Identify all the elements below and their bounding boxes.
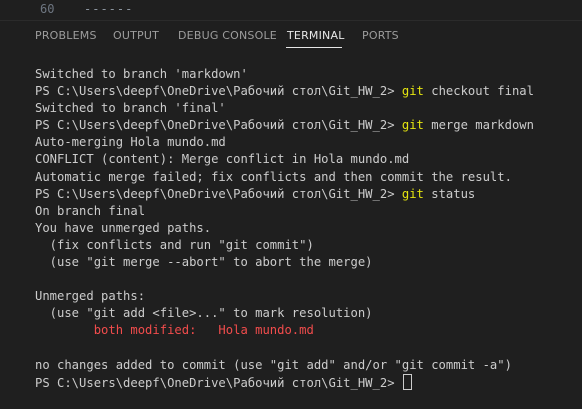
editor-line-text: ------ bbox=[84, 2, 134, 16]
editor-strip: 60 ------ bbox=[0, 0, 582, 20]
terminal-output-line: Switched to branch 'final' bbox=[35, 101, 226, 116]
tab-output[interactable]: OUTPUT bbox=[113, 29, 159, 42]
line-number: 60 bbox=[40, 2, 55, 16]
terminal-output[interactable]: Switched to branch 'markdown' PS C:\Users… bbox=[35, 66, 576, 391]
command-args: status bbox=[423, 186, 476, 201]
terminal-output-line: (use "git merge --abort" to abort the me… bbox=[35, 255, 373, 270]
terminal-output-line: both modified: Hola mundo.md bbox=[35, 322, 576, 339]
terminal-output-line: Switched to branch 'markdown' bbox=[35, 67, 248, 81]
command-args: checkout final bbox=[423, 84, 534, 99]
terminal-output-line: (use "git add <file>..." to mark resolut… bbox=[35, 306, 373, 321]
prompt-path: PS C:\Users\deepf\OneDrive\Рабочий стол\… bbox=[35, 186, 395, 201]
command-args: merge markdown bbox=[423, 118, 534, 133]
terminal-output-line: On branch final bbox=[35, 203, 146, 218]
tab-terminal[interactable]: TERMINAL bbox=[287, 29, 345, 42]
terminal-output-line: (fix conflicts and run "git commit") bbox=[35, 237, 314, 252]
command-name: git bbox=[394, 118, 424, 133]
tab-problems[interactable]: PROBLEMS bbox=[35, 29, 97, 42]
terminal-cursor bbox=[402, 373, 412, 390]
terminal-output-line: You have unmerged paths. bbox=[35, 220, 212, 235]
panel-tabs: PROBLEMS OUTPUT DEBUG CONSOLE TERMINAL P… bbox=[0, 21, 582, 51]
terminal-prompt-line: PS C:\Users\deepf\OneDrive\Рабочий стол\… bbox=[35, 186, 576, 203]
terminal-prompt-line: PS C:\Users\deepf\OneDrive\Рабочий стол\… bbox=[35, 117, 576, 134]
active-tab-indicator bbox=[286, 47, 342, 48]
prompt-path: PS C:\Users\deepf\OneDrive\Рабочий стол\… bbox=[35, 118, 395, 133]
tab-debug-console[interactable]: DEBUG CONSOLE bbox=[178, 29, 277, 42]
terminal-output-line: Auto-merging Hola mundo.md bbox=[35, 135, 226, 150]
terminal-output-line: CONFLICT (content): Merge conflict in Ho… bbox=[35, 152, 410, 167]
terminal-output-line: Unmerged paths: bbox=[35, 289, 146, 304]
prompt-path: PS C:\Users\deepf\OneDrive\Рабочий стол\… bbox=[35, 84, 395, 99]
terminal-prompt-line: PS C:\Users\deepf\OneDrive\Рабочий стол\… bbox=[35, 83, 576, 100]
prompt-path: PS C:\Users\deepf\OneDrive\Рабочий стол\… bbox=[35, 375, 395, 390]
tab-ports[interactable]: PORTS bbox=[362, 29, 399, 42]
terminal-output-line: no changes added to commit (use "git add… bbox=[35, 357, 512, 372]
command-name: git bbox=[394, 186, 424, 201]
terminal-output-line: Automatic merge failed; fix conflicts an… bbox=[35, 169, 512, 184]
conflict-file-line: both modified: Hola mundo.md bbox=[35, 323, 314, 338]
command-name: git bbox=[394, 84, 424, 99]
terminal-prompt-line: PS C:\Users\deepf\OneDrive\Рабочий стол\… bbox=[35, 373, 576, 391]
